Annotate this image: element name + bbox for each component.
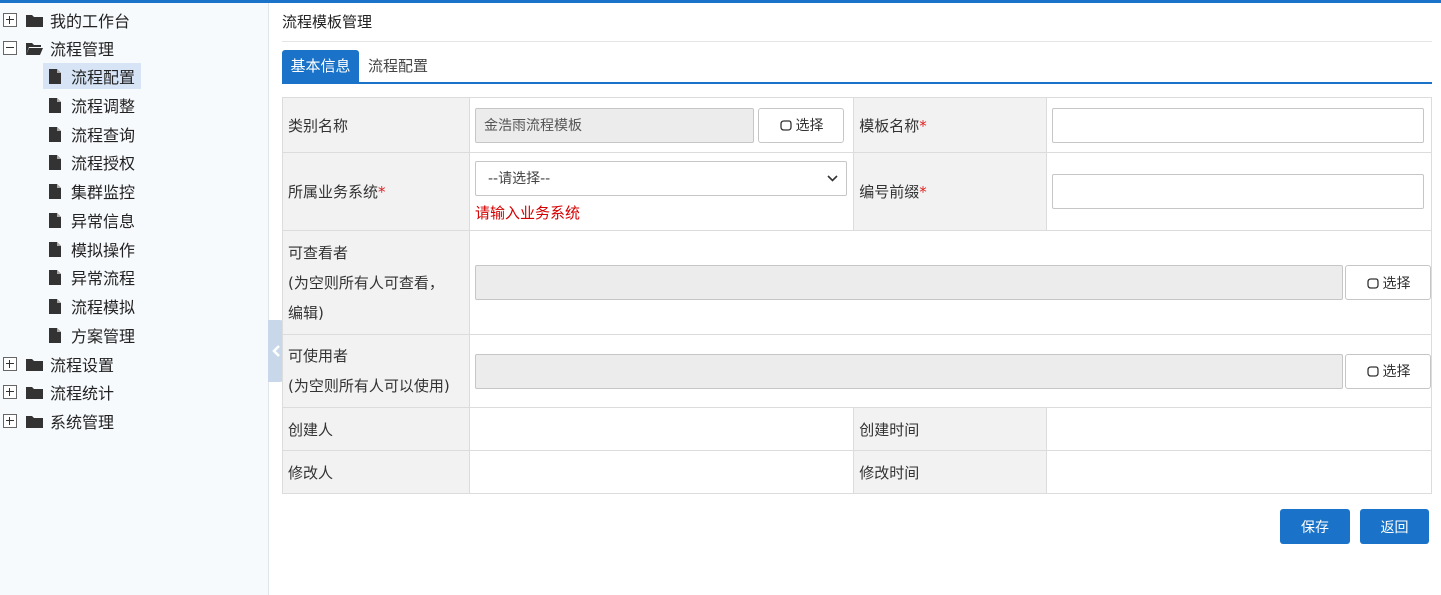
viewers-cell: 选择 — [469, 230, 1432, 335]
hand-icon — [779, 120, 792, 131]
code-prefix-label: 编号前缀* — [853, 152, 1047, 231]
expand-plus-icon[interactable] — [3, 13, 17, 27]
sidebar-item-label: 集群监控 — [71, 183, 136, 202]
document-icon — [49, 154, 61, 170]
sidebar-item-process-authorize[interactable]: 流程授权 — [43, 149, 141, 175]
business-system-select[interactable]: --请选择-- — [475, 160, 847, 196]
sidebar-item-label: 流程授权 — [71, 154, 136, 173]
expand-plus-icon[interactable] — [3, 414, 17, 428]
sidebar-item-cluster-monitor[interactable]: 集群监控 — [43, 178, 141, 204]
chevron-left-icon — [272, 345, 280, 357]
expand-plus-icon[interactable] — [3, 385, 17, 399]
folder-icon — [26, 358, 43, 371]
sidebar-item-label: 异常流程 — [71, 269, 136, 288]
viewers-select-button[interactable]: 选择 — [1345, 265, 1431, 300]
tree-node-process-settings[interactable]: 流程设置 — [3, 352, 114, 376]
template-name-label: 模板名称* — [853, 97, 1047, 153]
code-prefix-cell — [1045, 152, 1433, 231]
folder-icon — [26, 386, 43, 399]
modifier-label: 修改人 — [282, 450, 470, 494]
creator-label: 创建人 — [282, 407, 470, 451]
sidebar-tree: 我的工作台 流程管理 流程配置 流程调整 流程查询 流程授权 集群监控 异常信息… — [0, 3, 269, 595]
document-icon — [49, 126, 61, 142]
tree-node-process-statistics[interactable]: 流程统计 — [3, 380, 114, 404]
back-button[interactable]: 返回 — [1360, 509, 1429, 544]
document-icon — [49, 241, 61, 257]
sidebar-item-label: 流程模拟 — [71, 298, 136, 317]
sidebar-item-process-config[interactable]: 流程配置 — [43, 63, 142, 89]
hand-icon — [1366, 277, 1379, 289]
business-system-cell: --请选择-- 请输入业务系统 — [468, 152, 855, 231]
users-select-button[interactable]: 选择 — [1345, 353, 1431, 389]
category-cell: 金浩雨流程模板 选择 — [468, 97, 855, 153]
tab-basic-info[interactable]: 基本信息 — [282, 50, 359, 82]
category-select-button[interactable]: 选择 — [758, 107, 844, 143]
tree-node-process-management[interactable]: 流程管理 — [3, 36, 114, 60]
tab-process-config[interactable]: 流程配置 — [362, 50, 434, 82]
collapse-minus-icon[interactable] — [3, 41, 17, 55]
tree-node-workbench[interactable]: 我的工作台 — [3, 8, 130, 32]
folder-icon — [26, 14, 43, 27]
sidebar-item-process-adjust[interactable]: 流程调整 — [43, 92, 141, 118]
document-icon — [49, 327, 61, 343]
tree-node-label: 我的工作台 — [50, 12, 131, 31]
sidebar-item-plan-management[interactable]: 方案管理 — [43, 322, 141, 348]
template-name-cell — [1045, 97, 1433, 153]
save-button[interactable]: 保存 — [1280, 509, 1350, 544]
tree-node-label: 流程管理 — [50, 40, 115, 59]
folder-open-icon — [26, 42, 43, 55]
users-cell: 选择 — [469, 334, 1432, 408]
document-icon — [49, 97, 61, 113]
tree-node-label: 系统管理 — [50, 413, 115, 432]
sidebar-item-exception-process[interactable]: 异常流程 — [43, 264, 141, 290]
tree-node-label: 流程统计 — [50, 384, 115, 403]
document-icon — [49, 212, 61, 228]
viewers-label: 可查看者 (为空则所有人可查看， 编辑) — [282, 230, 470, 335]
tree-node-system-management[interactable]: 系统管理 — [3, 409, 114, 433]
template-name-input[interactable] — [1051, 107, 1424, 143]
create-time-value — [1045, 407, 1433, 451]
document-icon — [49, 68, 61, 84]
page-title: 流程模板管理 — [282, 13, 373, 31]
title-divider — [282, 41, 1432, 42]
document-icon — [49, 269, 61, 285]
business-system-label: 所属业务系统* — [282, 152, 470, 231]
viewers-input[interactable] — [475, 265, 1343, 300]
users-input[interactable] — [475, 353, 1343, 389]
chevron-down-icon — [827, 174, 838, 182]
business-system-error: 请输入业务系统 — [475, 203, 581, 222]
hand-icon — [1366, 366, 1379, 377]
sidebar-item-process-simulate[interactable]: 流程模拟 — [43, 293, 141, 319]
sidebar-item-label: 流程查询 — [71, 126, 136, 145]
category-label: 类别名称 — [282, 97, 470, 153]
sidebar-item-simulate-operation[interactable]: 模拟操作 — [43, 236, 141, 262]
tab-bar: 基本信息 流程配置 — [282, 50, 1432, 84]
modifier-value — [468, 450, 855, 494]
document-icon — [49, 183, 61, 199]
create-time-label: 创建时间 — [853, 407, 1047, 451]
document-icon — [49, 298, 61, 314]
modify-time-value — [1045, 450, 1433, 494]
sidebar-item-label: 模拟操作 — [71, 241, 136, 260]
sidebar-item-label: 方案管理 — [71, 327, 136, 346]
sidebar-item-label: 异常信息 — [71, 212, 136, 231]
tree-node-label: 流程设置 — [50, 356, 115, 375]
basic-info-form: 类别名称 金浩雨流程模板 选择 模板名称* 所属业务系统* --请选择-- 请输… — [282, 97, 1433, 494]
folder-icon — [26, 415, 43, 428]
expand-plus-icon[interactable] — [3, 357, 17, 371]
users-label: 可使用者 (为空则所有人可以使用) — [282, 334, 470, 408]
code-prefix-input[interactable] — [1051, 174, 1424, 209]
creator-value — [468, 407, 855, 451]
sidebar-item-label: 流程配置 — [71, 68, 136, 87]
category-input[interactable]: 金浩雨流程模板 — [475, 107, 754, 143]
sidebar-item-process-query[interactable]: 流程查询 — [43, 121, 141, 147]
modify-time-label: 修改时间 — [853, 450, 1047, 494]
sidebar-item-exception-info[interactable]: 异常信息 — [43, 207, 141, 233]
sidebar-item-label: 流程调整 — [71, 97, 136, 116]
